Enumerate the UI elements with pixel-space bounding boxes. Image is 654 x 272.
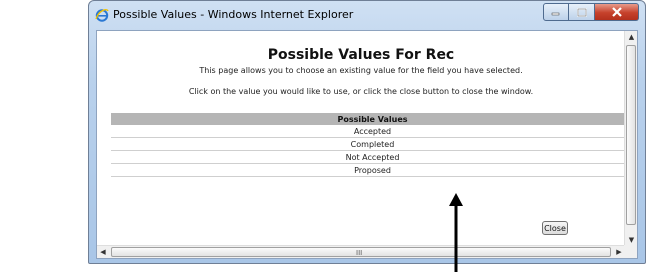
minimize-icon — [551, 12, 560, 16]
maximize-button[interactable] — [569, 3, 595, 21]
page-content: Possible Values For Rec This page allows… — [97, 31, 625, 246]
maximize-icon — [576, 7, 587, 17]
table-row[interactable]: Not Accepted — [111, 150, 625, 164]
horizontal-scrollbar[interactable]: ◀ III ▶ — [97, 245, 625, 258]
caption-buttons — [543, 3, 639, 21]
value-proposed[interactable]: Proposed — [111, 163, 625, 177]
horizontal-scroll-thumb[interactable]: III — [111, 247, 611, 257]
possible-values-table: Possible Values Accepted Completed Not A… — [111, 113, 625, 177]
table-row[interactable]: Proposed — [111, 163, 625, 177]
page-title: Possible Values For Rec — [267, 47, 455, 63]
title-bar[interactable]: Possible Values - Windows Internet Explo… — [89, 1, 645, 29]
scrollbar-corner — [624, 245, 637, 258]
value-not-accepted[interactable]: Not Accepted — [111, 150, 625, 164]
annotation-arrow-icon — [449, 193, 463, 272]
page-instruction: Click on the value you would like to use… — [188, 87, 534, 96]
scroll-up-arrow-icon[interactable]: ▲ — [625, 31, 638, 43]
page-description: This page allows you to choose an existi… — [199, 66, 523, 75]
window-title: Possible Values - Windows Internet Explo… — [113, 8, 354, 21]
table-row[interactable]: Accepted — [111, 125, 625, 138]
page-viewport: Possible Values For Rec This page allows… — [96, 30, 638, 259]
close-button[interactable]: Close — [542, 221, 568, 235]
close-icon — [611, 7, 622, 17]
table-header-row: Possible Values — [111, 113, 625, 125]
vertical-scroll-thumb[interactable] — [626, 45, 636, 225]
table-row[interactable]: Completed — [111, 137, 625, 151]
vertical-scrollbar[interactable]: ▲ ▼ — [624, 31, 637, 246]
scroll-left-arrow-icon[interactable]: ◀ — [97, 246, 109, 259]
internet-explorer-icon — [95, 9, 109, 22]
value-accepted[interactable]: Accepted — [111, 125, 625, 138]
minimize-button[interactable] — [543, 3, 569, 21]
browser-window: Possible Values - Windows Internet Explo… — [88, 0, 646, 264]
column-header-possible-values: Possible Values — [111, 113, 625, 125]
value-completed[interactable]: Completed — [111, 137, 625, 151]
scroll-grip: III — [356, 249, 363, 257]
window-close-button[interactable] — [595, 3, 639, 21]
